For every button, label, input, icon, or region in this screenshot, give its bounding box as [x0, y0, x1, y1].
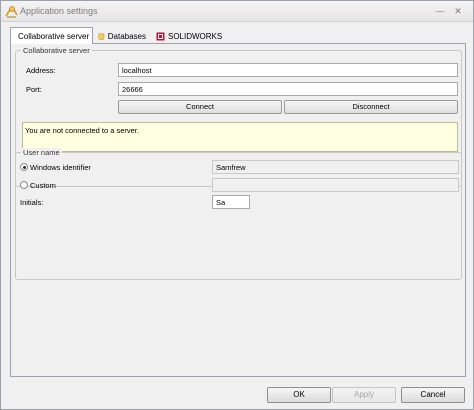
solidworks-icon [156, 32, 165, 41]
settings-window: Application settings — ✕ Collaborative s… [0, 0, 474, 410]
window-title: Application settings [20, 6, 98, 16]
tab-collaborative-server[interactable]: Collaborative server [10, 27, 93, 44]
user-name-group: User name Windows identifier Custom Init… [15, 148, 462, 280]
tab-panel: Collaborative server Address: Port: Conn… [10, 43, 466, 377]
minimize-button[interactable]: — [434, 6, 446, 16]
initials-label: Initials: [20, 198, 44, 207]
windows-identifier-radio[interactable] [20, 163, 28, 171]
close-button[interactable]: ✕ [452, 6, 464, 16]
custom-radio[interactable] [20, 181, 28, 189]
windows-identifier-input [212, 160, 459, 174]
connection-status-message: You are not connected to a server. [22, 122, 458, 152]
windows-identifier-label[interactable]: Windows identifier [30, 163, 91, 172]
group-title: Collaborative server [21, 46, 92, 55]
cancel-button[interactable]: Cancel [401, 387, 465, 403]
connect-button[interactable]: Connect [118, 100, 282, 114]
tab-label: Databases [107, 32, 146, 41]
ok-button[interactable]: OK [267, 387, 331, 403]
custom-input[interactable] [212, 178, 459, 192]
port-input[interactable] [118, 82, 458, 96]
apply-button[interactable]: Apply [332, 387, 396, 403]
tab-label: Collaborative server [18, 31, 90, 41]
custom-label[interactable]: Custom [30, 181, 56, 190]
tab-label: SOLIDWORKS [168, 32, 223, 41]
tab-databases[interactable]: Databases [94, 29, 150, 44]
initials-input[interactable] [212, 195, 250, 209]
port-label: Port: [26, 85, 42, 94]
status-text: You are not connected to a server. [25, 126, 139, 135]
address-label: Address: [26, 66, 56, 75]
database-icon [98, 33, 105, 40]
title-bar: Application settings — ✕ [1, 1, 473, 22]
settings-app-icon [5, 6, 18, 18]
tab-solidworks[interactable]: SOLIDWORKS [152, 29, 232, 44]
address-input[interactable] [118, 63, 458, 77]
group-title: User name [21, 148, 62, 157]
disconnect-button[interactable]: Disconnect [284, 100, 458, 114]
